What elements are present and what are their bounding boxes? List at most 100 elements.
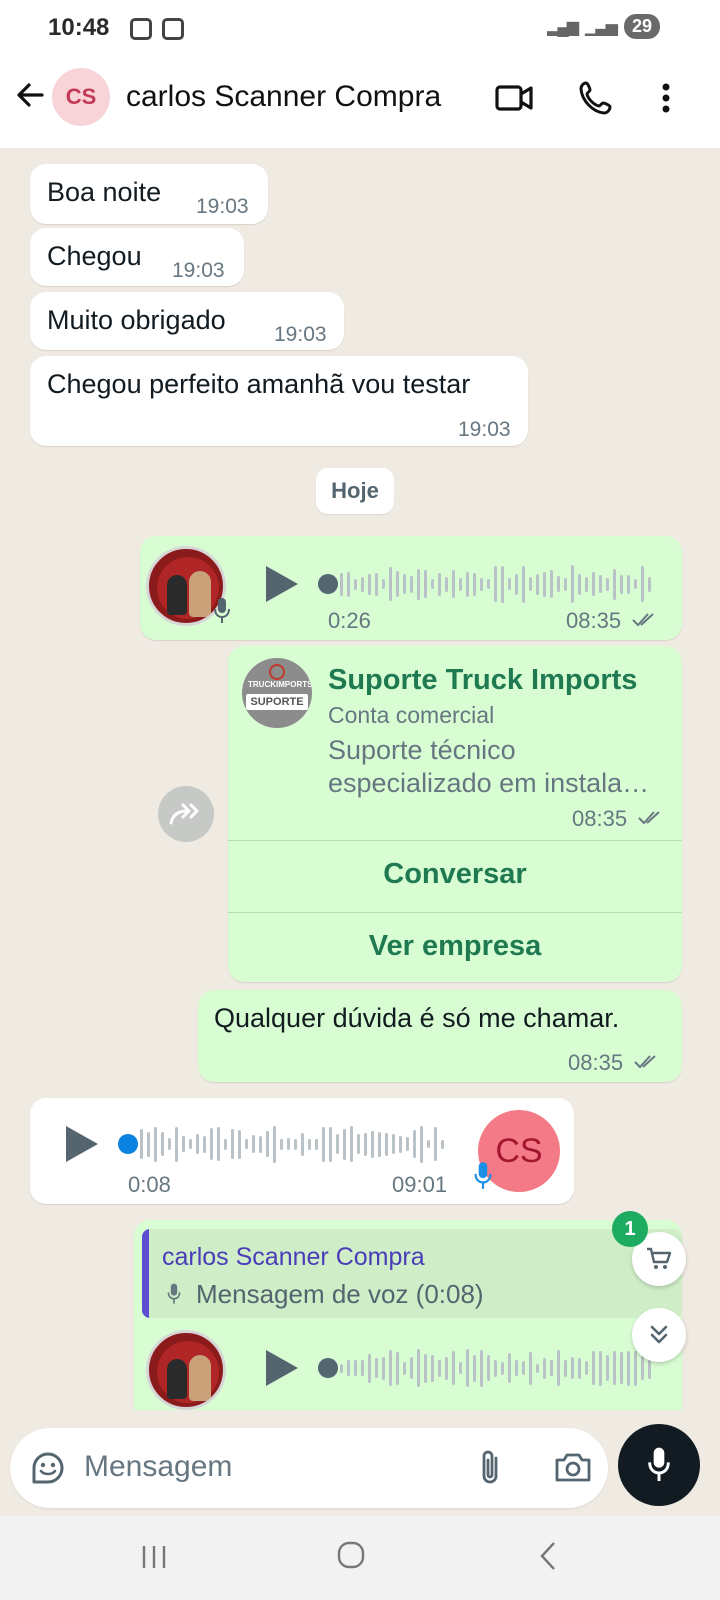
home-icon[interactable] [336,1540,366,1575]
waveform-bar [147,1131,150,1157]
message-text: Chegou [47,241,142,271]
play-button[interactable] [266,566,298,602]
waveform-bar [368,1353,371,1383]
system-navigation-bar [0,1516,720,1600]
waveform-bar [368,573,371,595]
incoming-message[interactable]: Boa noite 19:03 [30,164,268,224]
contact-avatar[interactable]: CS [52,68,110,126]
waveform-bar [413,1130,416,1158]
waveform-bar [473,1354,476,1382]
waveform-bar [392,1134,395,1154]
waveform-bar [592,1351,595,1385]
waveform-bar [238,1129,241,1159]
card-divider [228,912,682,913]
message-input[interactable]: Mensagem [84,1450,232,1484]
card-divider [228,840,682,841]
waveform[interactable] [140,1124,444,1164]
waveform-bar [196,1134,199,1154]
waveform-bar [487,579,490,589]
incoming-voice-message[interactable]: 0:08 09:01 CS [30,1098,574,1204]
waveform-bar [417,1349,420,1387]
waveform-bar [403,1361,406,1375]
forward-icon[interactable] [158,786,214,842]
back-arrow-icon[interactable] [14,78,46,121]
wifi-signal-icon: ▂▄▆ [547,18,579,36]
waveform-bar [480,577,483,591]
message-time: 08:35 [566,608,622,633]
scroll-down-button[interactable] [632,1308,686,1362]
waveform-bar [466,571,469,597]
chat-area[interactable]: Boa noite 19:03 Chegou 19:03 Muito obrig… [0,148,720,1410]
waveform-bar [175,1126,178,1162]
chat-business-button[interactable]: Conversar [228,858,682,891]
waveform-bar [382,579,385,589]
business-contact-card[interactable]: TRUCKIMPORTS SUPORTE Suporte Truck Impor… [228,646,682,982]
waveform-bar [578,573,581,595]
waveform-bar [231,1129,234,1159]
waveform-bar [322,1126,325,1162]
video-call-icon[interactable] [494,78,534,123]
sticker-icon[interactable] [30,1450,66,1491]
waveform-bar [410,575,413,593]
voice-mic-icon [472,1160,494,1197]
waveform[interactable] [340,564,651,604]
more-options-icon[interactable] [656,78,676,123]
message-time: 08:35 [568,1050,624,1075]
waveform-bar [585,1361,588,1375]
waveform-bar [438,572,441,596]
attach-icon[interactable] [476,1448,506,1493]
voice-call-icon[interactable] [578,78,616,123]
business-description-line2: especializado em instala… [328,768,650,798]
outgoing-voice-message[interactable]: 0:26 08:35 [140,536,682,640]
record-voice-button[interactable] [618,1424,700,1506]
incoming-message[interactable]: Chegou 19:03 [30,228,244,286]
waveform-bar [459,1362,462,1374]
playback-dot[interactable] [318,1358,338,1378]
waveform-bar [613,1351,616,1385]
incoming-message[interactable]: Chegou perfeito amanhã vou testar 19:03 [30,356,528,446]
message-text: Qualquer dúvida é só me chamar. [214,1003,620,1033]
message-time: 19:03 [196,195,249,218]
waveform-bar [557,576,560,592]
waveform-bar [641,1356,644,1380]
playback-dot[interactable] [118,1134,138,1154]
waveform-bar [599,575,602,593]
waveform-bar [487,1355,490,1381]
message-time: 19:03 [458,418,511,441]
waveform[interactable] [340,1348,651,1388]
play-button[interactable] [66,1126,98,1162]
waveform-bar [592,572,595,596]
incoming-message[interactable]: Muito obrigado 19:03 [30,292,344,350]
quote-bar [142,1229,149,1318]
reply-quote[interactable]: carlos Scanner Compra Mensagem de voz (0… [142,1229,682,1318]
message-composer[interactable]: Mensagem [10,1428,608,1508]
waveform-bar [501,565,504,603]
waveform-bar [406,1137,409,1151]
camera-icon[interactable] [554,1450,592,1489]
status-right: ▂▄▆ ▁▃▅ 29 [547,14,660,39]
waveform-bar [634,1350,637,1386]
waveform-bar [245,1139,248,1149]
view-business-button[interactable]: Ver empresa [228,930,682,963]
playback-dot[interactable] [318,574,338,594]
waveform-bar [154,1126,157,1162]
waveform-bar [294,1138,297,1150]
waveform-bar [536,1363,539,1373]
outgoing-message[interactable]: Qualquer dúvida é só me chamar. 08:35 [198,990,682,1082]
waveform-bar [354,578,357,590]
play-button[interactable] [266,1350,298,1386]
waveform-bar [252,1135,255,1153]
waveform-bar [347,571,350,597]
waveform-bar [182,1136,185,1152]
screenshot-icon [130,18,152,40]
waveform-bar [389,567,392,601]
sender-profile-photo [146,1330,226,1410]
contact-name[interactable]: carlos Scanner Compra [126,80,441,114]
status-notification-icons [130,18,184,40]
waveform-bar [161,1132,164,1156]
waveform-bar [315,1138,318,1150]
recent-apps-icon[interactable] [140,1544,168,1575]
nav-back-icon[interactable] [538,1540,558,1577]
message-time: 08:35 [572,806,628,831]
quote-mic-icon [166,1281,182,1312]
